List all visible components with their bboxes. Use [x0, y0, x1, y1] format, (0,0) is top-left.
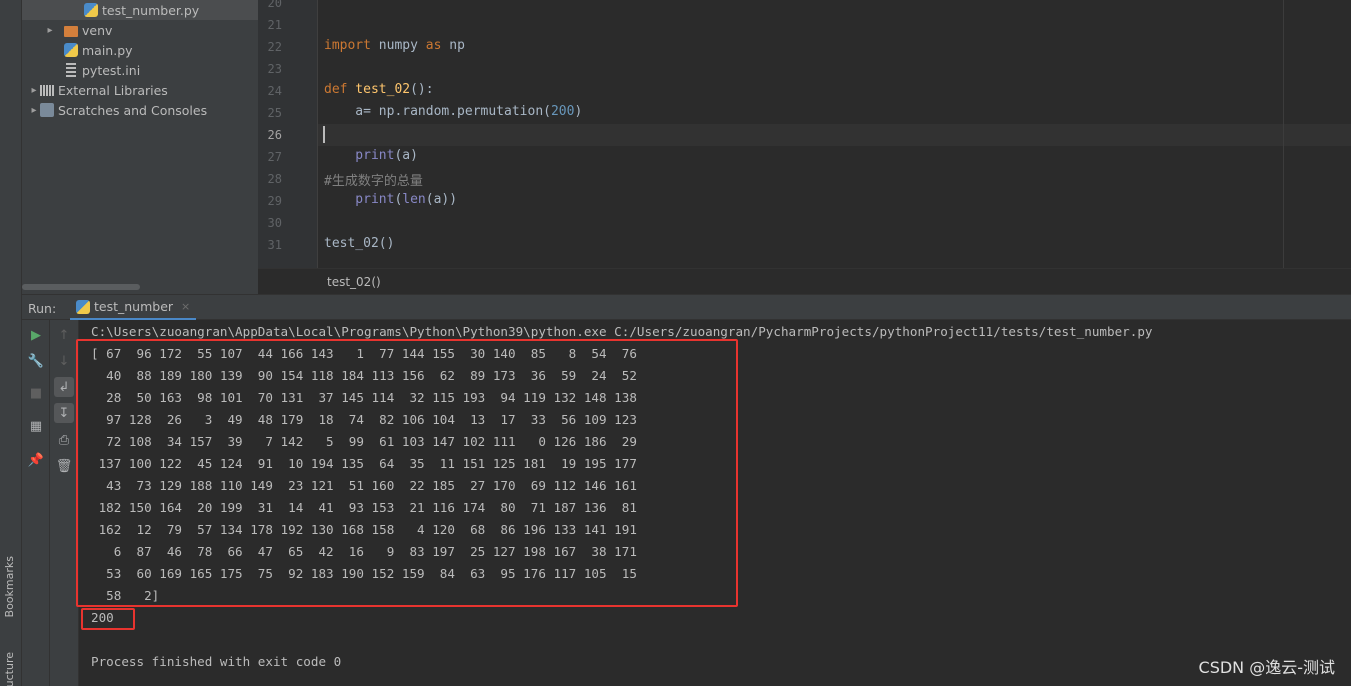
right-margin-guide: [1283, 0, 1284, 268]
layout-icon[interactable]: ▦: [26, 416, 46, 436]
tree-item-label: Scratches and Consoles: [58, 102, 208, 118]
run-panel-header: Run: test_number ×: [22, 294, 1351, 321]
print-icon[interactable]: ⎙: [54, 430, 74, 450]
code-line-24: def test_02():: [324, 82, 434, 97]
wrench-icon[interactable]: 🔧: [26, 351, 46, 371]
horizontal-scrollbar[interactable]: [22, 284, 140, 290]
code-line-22: import numpy as np: [324, 38, 465, 53]
code-line-28: #生成数字的总量: [324, 174, 423, 189]
line-number: 30: [267, 216, 282, 230]
bookmarks-tool-tab[interactable]: Bookmarks: [3, 556, 16, 617]
breadcrumb[interactable]: test_02(): [327, 275, 381, 289]
current-line-highlight: [318, 124, 1351, 146]
run-label: Run:: [28, 301, 57, 316]
line-number: 27: [267, 150, 282, 164]
arrow-down-icon[interactable]: ↓: [54, 351, 74, 371]
code-line-31: test_02(): [324, 236, 395, 251]
run-tab-label: test_number: [94, 299, 174, 314]
arrow-up-icon[interactable]: ↑: [54, 325, 74, 345]
soft-wrap-icon[interactable]: ↲: [54, 377, 74, 397]
scratches-icon: [40, 103, 54, 117]
line-number: 20: [267, 0, 282, 10]
line-number: 24: [267, 84, 282, 98]
tree-item-label: venv: [82, 22, 113, 38]
chevron-right-icon[interactable]: ▸: [28, 85, 40, 96]
run-console[interactable]: C:\Users\zuoangran\AppData\Local\Program…: [76, 320, 1351, 686]
left-tool-strip: Bookmarks ucture: [0, 0, 22, 686]
line-number: 22: [267, 40, 282, 54]
python-file-icon: [64, 43, 78, 57]
fold-guide: [317, 0, 318, 268]
line-number-gutter: 20 21 22 23 24 25 26 27 28 29 30 31: [258, 0, 318, 268]
project-tree: test_number.py ▸ venv main.py pytest.ini…: [22, 0, 258, 294]
breadcrumb-bar: test_02(): [258, 268, 1351, 294]
code-line-25: a= np.random.permutation(200): [324, 104, 583, 119]
stop-icon[interactable]: ■: [26, 383, 46, 403]
tree-item-test-number[interactable]: test_number.py: [22, 0, 258, 20]
library-icon: [40, 84, 54, 96]
python-icon: [76, 299, 90, 314]
line-number: 26: [267, 128, 282, 142]
python-file-icon: [84, 3, 98, 17]
tree-item-label: pytest.ini: [82, 62, 141, 78]
line-number: 21: [267, 18, 282, 32]
tree-item-label: test_number.py: [102, 2, 200, 18]
tree-item-main[interactable]: main.py: [64, 40, 133, 60]
run-tab-test-number[interactable]: test_number ×: [70, 295, 197, 321]
tree-item-scratches[interactable]: ▸ Scratches and Consoles: [28, 100, 207, 120]
text-caret: [323, 126, 325, 143]
run-toolbar-secondary: ↑ ↓ ↲ ↧ ⎙ 🗑: [50, 320, 79, 686]
tree-item-label: main.py: [82, 42, 133, 58]
tree-item-label: External Libraries: [58, 82, 168, 98]
line-number: 23: [267, 62, 282, 76]
tree-item-external-libraries[interactable]: ▸ External Libraries: [28, 80, 168, 100]
pin-icon[interactable]: 📌: [26, 450, 46, 470]
trash-icon[interactable]: 🗑: [54, 456, 74, 476]
tree-item-venv[interactable]: ▸ venv: [44, 20, 112, 40]
chevron-right-icon[interactable]: ▸: [44, 25, 56, 36]
chevron-right-icon[interactable]: ▸: [28, 105, 40, 116]
line-number: 31: [267, 238, 282, 252]
ini-file-icon: [66, 63, 76, 77]
line-number: 25: [267, 106, 282, 120]
folder-icon: [64, 25, 78, 37]
line-number: 28: [267, 172, 282, 186]
code-editor[interactable]: 20 21 22 23 24 25 26 27 28 29 30 31 impo…: [258, 0, 1351, 268]
tree-item-pytest-ini[interactable]: pytest.ini: [64, 60, 140, 80]
code-line-29: print(len(a)): [324, 192, 458, 207]
rerun-icon[interactable]: ▶: [26, 325, 46, 345]
watermark: CSDN @逸云-测试: [1198, 658, 1335, 677]
length-output-highlight: [81, 608, 135, 630]
code-line-27: print(a): [324, 148, 418, 163]
scroll-to-end-icon[interactable]: ↧: [54, 403, 74, 423]
line-number: 29: [267, 194, 282, 208]
structure-tool-tab[interactable]: ucture: [3, 652, 16, 686]
close-icon[interactable]: ×: [181, 300, 190, 313]
run-toolbar-primary: ▶ 🔧 ■ ▦ 📌: [22, 320, 50, 686]
console-exit-message: Process finished with exit code 0: [91, 654, 342, 669]
array-output-highlight: [76, 339, 738, 607]
